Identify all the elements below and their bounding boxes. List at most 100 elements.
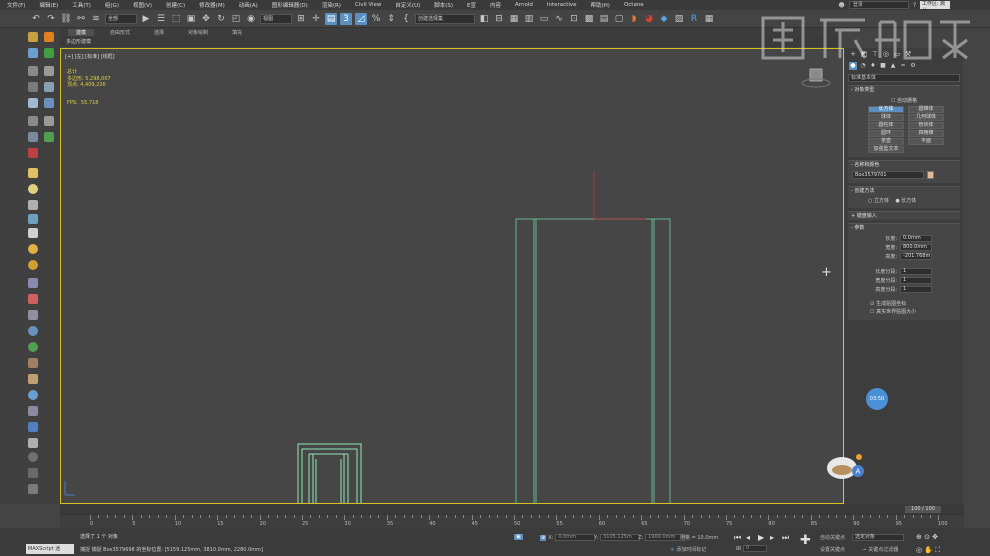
ribbon-tab-2[interactable]: 选择 [146, 29, 172, 36]
key-mode-icon[interactable]: ✚ [800, 533, 811, 548]
placement-icon[interactable]: ◉ [245, 13, 257, 25]
red-tool-icon[interactable] [28, 148, 38, 158]
menu-item-16[interactable]: Interactive [540, 2, 584, 8]
menu-item-3[interactable]: 组(G) [98, 1, 126, 9]
rotate-icon[interactable]: ↻ [215, 13, 227, 25]
reference-coord-dropdown[interactable]: 视图 [260, 13, 292, 24]
param-value-field[interactable]: 800.0mm [900, 244, 932, 251]
play-icon[interactable]: ▶ [758, 533, 764, 542]
vray-icon[interactable]: ◆ [658, 13, 670, 25]
rc-tool-icon[interactable] [44, 98, 54, 108]
select-object-icon[interactable]: ▶ [140, 13, 152, 25]
help-tool-icon[interactable] [28, 452, 38, 462]
layer-icon[interactable]: ▦ [508, 13, 520, 25]
spinner-snap-icon[interactable]: ⇕ [385, 13, 397, 25]
box-tool-icon[interactable] [28, 168, 38, 178]
sun-tool-icon[interactable] [28, 260, 38, 270]
window-crossing-icon[interactable]: ▣ [185, 13, 197, 25]
key-filters-button[interactable]: ⊸ 关键点过滤器 [862, 546, 898, 554]
keyboard-shortcut-icon[interactable]: ▤ [325, 12, 337, 25]
menu-item-9[interactable]: 渲染(R) [315, 1, 348, 9]
pointer-tool-icon[interactable] [28, 98, 38, 108]
frame-buffer-icon[interactable]: ▨ [673, 13, 685, 25]
lock-selection-icon[interactable]: ▣ [514, 534, 523, 540]
object-type-button-3[interactable]: 几何球体 [908, 114, 944, 121]
object-type-button-7[interactable]: 四棱锥 [908, 130, 944, 137]
object-type-button-0[interactable]: 长方体 [868, 106, 904, 113]
doc-tool-icon[interactable] [28, 438, 38, 448]
panel-tool-icon[interactable] [28, 82, 38, 92]
ribbon-tab-1[interactable]: 自由形式 [102, 29, 138, 36]
object-type-button-9[interactable]: 平面 [908, 138, 944, 145]
name-color-header[interactable]: - 名称和颜色 [848, 161, 960, 169]
octane-icon[interactable]: ◕ [643, 13, 655, 25]
bind-space-warp-icon[interactable]: ≋ [90, 13, 102, 25]
particle-tool-icon[interactable] [28, 294, 38, 304]
render-frame-icon[interactable]: ▢ [613, 13, 625, 25]
object-type-button-8[interactable]: 茶壶 [868, 138, 904, 145]
creation-method-header[interactable]: - 创建方法 [848, 187, 960, 195]
selected-object-dropdown[interactable]: 选定对象 [852, 534, 904, 541]
ribbon-toggle-icon[interactable]: ▭ [538, 13, 550, 25]
viewport-nav-icons-2[interactable]: ◎ ✋ ⛶ [916, 546, 940, 555]
menu-item-17[interactable]: 帮助(H) [584, 1, 617, 9]
object-type-button-2[interactable]: 球体 [868, 114, 904, 121]
menu-item-14[interactable]: 内容 [483, 1, 508, 9]
set-key-button[interactable]: 设置关键点 [820, 546, 845, 553]
object-type-button-4[interactable]: 圆柱体 [868, 122, 904, 129]
layer-tool-icon[interactable] [28, 32, 38, 42]
select-by-name-icon[interactable]: ☰ [155, 13, 167, 25]
ribbon-tab-4[interactable]: 填充 [224, 29, 250, 36]
tools-icon[interactable] [44, 66, 54, 76]
object-type-header[interactable]: - 对象类型 [848, 86, 960, 94]
time-slider-bar[interactable] [60, 504, 964, 514]
curve-editor-icon[interactable]: ∿ [553, 13, 565, 25]
time-slider-handle[interactable]: 100 / 100 [905, 506, 941, 513]
menu-item-7[interactable]: 动画(A) [232, 1, 265, 9]
box-radio[interactable]: ● 长方体 [895, 198, 916, 204]
autogrid-checkbox[interactable]: ☐ 自动栅格 [852, 97, 956, 104]
snap-3d-icon[interactable]: 3 [340, 12, 352, 25]
small-door-frame[interactable] [297, 443, 362, 504]
menu-item-18[interactable]: Octane [617, 2, 651, 8]
menu-item-13[interactable]: E宣 [460, 1, 483, 9]
auto-key-button[interactable]: 自动关键点 [820, 534, 845, 541]
cut-tool-icon[interactable] [44, 116, 54, 126]
angle-snap-icon[interactable]: ◿ [355, 12, 367, 25]
fx-tool-icon[interactable] [44, 32, 54, 42]
tree-tool-icon[interactable] [44, 48, 54, 58]
object-type-button-6[interactable]: 圆环 [868, 130, 904, 137]
param-value-field[interactable]: 0.0mm [900, 235, 932, 242]
next-frame-icon[interactable]: ▸ [770, 533, 774, 542]
object-type-button-5[interactable]: 管状体 [908, 122, 944, 129]
maxscript-listener[interactable]: MAXScript 迷 [26, 544, 74, 554]
track-bar[interactable]: 0 5 10 15 20 25 30 35 40 45 50 55 60 65 70 75 80 85 90 95 10… [60, 514, 964, 528]
prev-frame-icon[interactable]: ◂ [746, 533, 750, 542]
green-tool-icon[interactable] [44, 132, 54, 142]
helper-tool-icon[interactable] [28, 310, 38, 320]
menu-item-5[interactable]: 创建(C) [159, 1, 192, 9]
sphere-tool-icon[interactable] [28, 184, 38, 194]
menu-item-11[interactable]: 自定义(U) [388, 1, 427, 9]
goto-start-icon[interactable]: ⏮ [734, 533, 741, 543]
menu-item-12[interactable]: 脚本(S) [427, 1, 460, 9]
object-name-field[interactable]: Box3579701 [852, 171, 924, 179]
ribbon-tab-3[interactable]: 对象绘制 [180, 29, 216, 36]
x-coord-field[interactable]: 0.0mm [555, 534, 596, 541]
rect-select-icon[interactable]: ⬚ [170, 13, 182, 25]
scale-icon[interactable]: ◰ [230, 13, 242, 25]
sym-tool-icon[interactable] [28, 132, 38, 142]
manipulate-icon[interactable]: ✛ [310, 13, 322, 25]
grid-tool-icon[interactable] [44, 82, 54, 92]
viewport-left[interactable]: [+] [左] [标准] [线框] 总计 多边形: 5,298,007 顶点: … [60, 48, 844, 504]
object-type-button-1[interactable]: 圆锥体 [908, 106, 944, 113]
link-icon[interactable]: ⛓ [60, 13, 72, 25]
tall-door-frame[interactable] [515, 218, 671, 504]
menu-item-1[interactable]: 编辑(E) [32, 1, 65, 9]
globe-tool-icon[interactable] [28, 326, 38, 336]
param-value-field[interactable]: -201.768m [900, 253, 932, 260]
list-tool-icon[interactable] [28, 66, 38, 76]
misc-tool-icon-1[interactable] [28, 468, 38, 478]
redo-icon[interactable]: ↷ [45, 13, 57, 25]
selection-filter-dropdown[interactable]: 全部 [105, 13, 137, 24]
